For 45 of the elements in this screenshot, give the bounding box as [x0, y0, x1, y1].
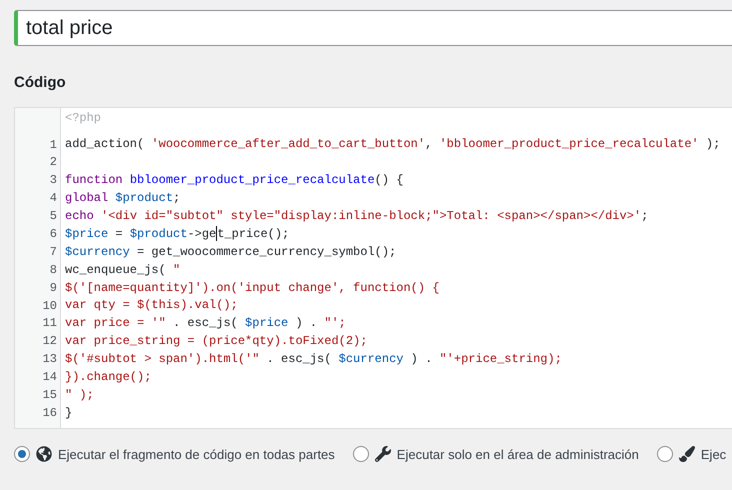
line-number: 4	[50, 190, 57, 208]
radio-button[interactable]	[656, 446, 673, 462]
line-number: 3	[50, 172, 57, 190]
line-number: 11	[42, 315, 57, 332]
radio-label: Ejec	[700, 446, 726, 464]
line-number: 14	[42, 369, 57, 386]
wrench-icon	[374, 446, 391, 462]
line-number: 13	[42, 351, 57, 368]
line-number: 15	[42, 386, 57, 404]
line-number: 7	[50, 244, 57, 261]
line-number: 1	[50, 136, 57, 154]
code-line: }	[65, 404, 72, 422]
radio-button[interactable]	[14, 446, 30, 462]
line-number: 6	[50, 226, 57, 243]
line-number: 10	[42, 298, 57, 315]
code-line: $price = $product->ge t_price();	[65, 226, 290, 244]
code-line: wc_enqueue_js( "	[65, 262, 180, 279]
code-line: function bbloomer_product_price_recalculate() {	[65, 172, 404, 190]
line-number: 12	[42, 333, 57, 350]
code-line: $('#subtot > span').html('" . esc_js( $currency ) . "'+price_string);	[65, 351, 562, 368]
text-cursor	[216, 226, 218, 242]
code-line: var price = '" . esc_js( $price ) . "';	[65, 315, 346, 332]
php-open-tag: <?php	[65, 110, 102, 128]
line-number: 5	[50, 208, 57, 226]
code-line: " );	[65, 386, 94, 404]
radio-button[interactable]	[352, 446, 369, 462]
line-number: 16	[42, 404, 57, 422]
title-field[interactable]: total price	[14, 10, 732, 46]
code-editor[interactable]	[14, 106, 732, 428]
code-line: global $product;	[65, 190, 180, 208]
line-number: 8	[50, 262, 57, 279]
radio-label: Ejecutar solo en el área de administración	[396, 446, 639, 464]
paintbrush-icon	[678, 446, 695, 462]
code-line: $('[name=quantity]').on('input change', function() {	[65, 280, 440, 297]
section-heading: Código	[14, 73, 66, 93]
code-line: add_action( 'woocommerce_after_add_to_cart_button', 'bbloomer_product_price_recalculate' );	[65, 136, 720, 154]
code-line: }).change();	[65, 368, 152, 386]
code-line: $currency = get_woocommerce_currency_symbol();	[65, 244, 396, 261]
globe-icon	[36, 446, 52, 462]
line-number: 2	[50, 154, 57, 172]
code-line: echo '<div id="subtot" style="display:inline-block;">Total: <span></span></div>';	[65, 208, 648, 225]
code-line: var price_string = (price*qty).toFixed(2);	[65, 333, 368, 350]
radio-label: Ejecutar el fragmento de código en todas partes	[58, 446, 335, 464]
line-number: 9	[50, 280, 57, 297]
code-line: var qty = $(this).val();	[65, 297, 238, 314]
